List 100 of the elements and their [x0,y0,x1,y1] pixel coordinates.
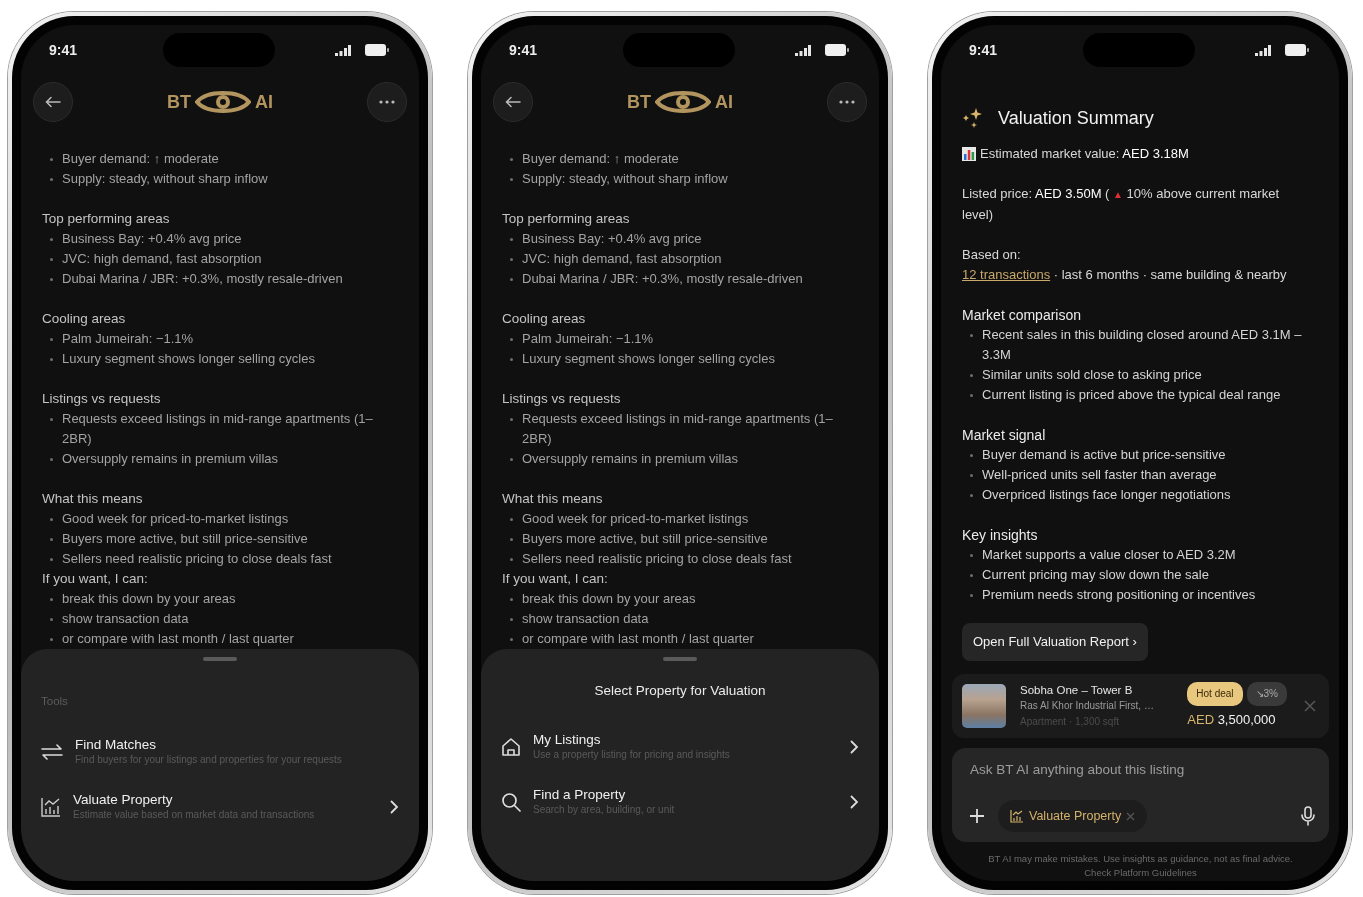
section-heading: Listings vs requests [502,390,622,408]
list-item-text: Dubai Marina / JBR: +0.3%, mostly resale-driven [522,270,803,288]
listing-name: Sobha One – Tower B [1020,683,1134,698]
bullet-icon [510,358,513,361]
section-heading: Cooling areas [42,310,127,328]
bullet-icon [510,518,513,521]
back-button[interactable] [33,82,73,122]
list-item-text: Current pricing may slow down the sale [982,566,1209,584]
list-item-text: break this down by your areas [522,590,696,608]
list-item-text: Good week for priced-to-market listings [62,510,289,528]
logo-text: AI [715,90,733,114]
estimate-text: Estimated market value: AED 3.18M [980,145,1189,163]
item-title: My Listings [533,731,602,749]
list-item-text: Luxury segment shows longer selling cycles [522,350,775,368]
bullet-icon [50,598,53,601]
search-icon [501,791,521,812]
back-arrow-icon [45,96,61,108]
list-item-text: Overpriced listings face longer negotiations [982,486,1231,504]
sheet-handle[interactable] [203,657,237,661]
list-item-text: Good week for priced-to-market listings [522,510,749,528]
bullet-icon [970,374,973,377]
section-heading: What this means [42,490,144,508]
transactions-link[interactable]: 12 transactions [962,267,1051,282]
bullet-icon [510,558,513,561]
section-heading: Top performing areas [502,210,631,228]
item-title: Find a Property [533,786,627,804]
list-item-text: Requests exceed listings in mid-range apartments (1–2BR) [522,410,834,448]
sheet-handle[interactable] [663,657,697,661]
list-item-text: Buyers more active, but still price-sensitive [62,530,308,548]
sheet-label: Tools [41,694,69,709]
bullet-icon [510,178,513,181]
list-item-text: Buyers more active, but still price-sensitive [522,530,768,548]
report-button[interactable]: Open Full Valuation Report › [962,623,1148,661]
bullet-icon [50,338,53,341]
mic-button[interactable] [1301,806,1315,826]
bullet-icon [50,178,53,181]
signal-icon [335,44,351,56]
guidelines-link[interactable]: Platform Guidelines [1113,867,1197,878]
sheet-title: Select Property for Valuation [593,682,767,700]
chevron-right-icon [390,799,399,814]
list-item-text: Palm Jumeirah: −1.1% [522,330,654,348]
list-item-text: Business Bay: +0.4% avg price [522,230,702,248]
list-item-text: Business Bay: +0.4% avg price [62,230,242,248]
based-on-text: 12 transactions · last 6 months · same building & nearby [962,266,1288,284]
list-item-text: show transaction data [522,610,649,628]
logo-text: BT [627,90,651,114]
bullet-icon [510,258,513,261]
list-item-text: JVC: high demand, fast absorption [62,250,262,268]
microphone-icon [1301,806,1315,826]
list-item-text: JVC: high demand, fast absorption [522,250,722,268]
section-heading: What this means [502,490,604,508]
based-on-label: Based on: [962,246,1022,264]
bullet-icon [50,518,53,521]
list-item-text: Well-priced units sell faster than average [982,466,1217,484]
battery-icon [1285,44,1309,56]
bullet-icon [50,538,53,541]
section-heading: If you want, I can: [502,570,609,588]
disclaimer-text: BT AI may make mistakes. Use insights as guidance, not as final advice. Check Platform Guidelines [987,852,1294,880]
back-button[interactable] [493,82,533,122]
bar-chart-icon [962,147,976,161]
eye-logo-icon [655,88,711,116]
back-arrow-icon [505,96,521,108]
bullet-icon [50,558,53,561]
summary-title: Valuation Summary [998,107,1154,130]
eye-logo-icon [195,88,251,116]
more-button[interactable] [827,82,867,122]
section-heading: Cooling areas [502,310,587,328]
bullet-icon [510,618,513,621]
signal-icon [1255,44,1271,56]
section-heading: Market signal [962,426,1047,445]
list-item-text: Oversupply remains in premium villas [62,450,278,468]
bullet-icon [970,594,973,597]
list-item-text: Buyer demand is active but price-sensitive [982,446,1226,464]
more-dots-icon [379,100,395,104]
message-input[interactable]: Ask BT AI anything about this listing [970,760,1315,780]
sparkle-icon [962,107,984,129]
tag-badge: ↘3% [1246,682,1287,706]
chevron-right-icon [850,739,859,754]
tool-chip[interactable]: Valuate Property [998,800,1148,832]
more-button[interactable] [367,82,407,122]
bullet-icon [50,238,53,241]
status-time: 9:41 [49,40,78,60]
list-item-text: Buyer demand: ↑ moderate [62,150,219,168]
section-heading: Top performing areas [42,210,171,228]
bullet-icon [970,494,973,497]
list-item-text: Luxury segment shows longer selling cycles [62,350,315,368]
bullet-icon [50,358,53,361]
list-item-text: Dubai Marina / JBR: +0.3%, mostly resale-driven [62,270,343,288]
add-button[interactable] [970,809,984,823]
battery-icon [825,44,849,56]
bullet-icon [510,538,513,541]
list-item-text: show transaction data [62,610,189,628]
section-heading: Listings vs requests [42,390,162,408]
section-heading: If you want, I can: [42,570,149,588]
bullet-icon [970,554,973,557]
list-item-text: Requests exceed listings in mid-range apartments (1–2BR) [62,410,374,448]
bullet-icon [50,418,53,421]
list-item-text: Sellers need realistic pricing to close deals fast [522,550,792,568]
bullet-icon [510,158,513,161]
list-item-text: Market supports a value closer to AED 3.2M [982,546,1236,564]
